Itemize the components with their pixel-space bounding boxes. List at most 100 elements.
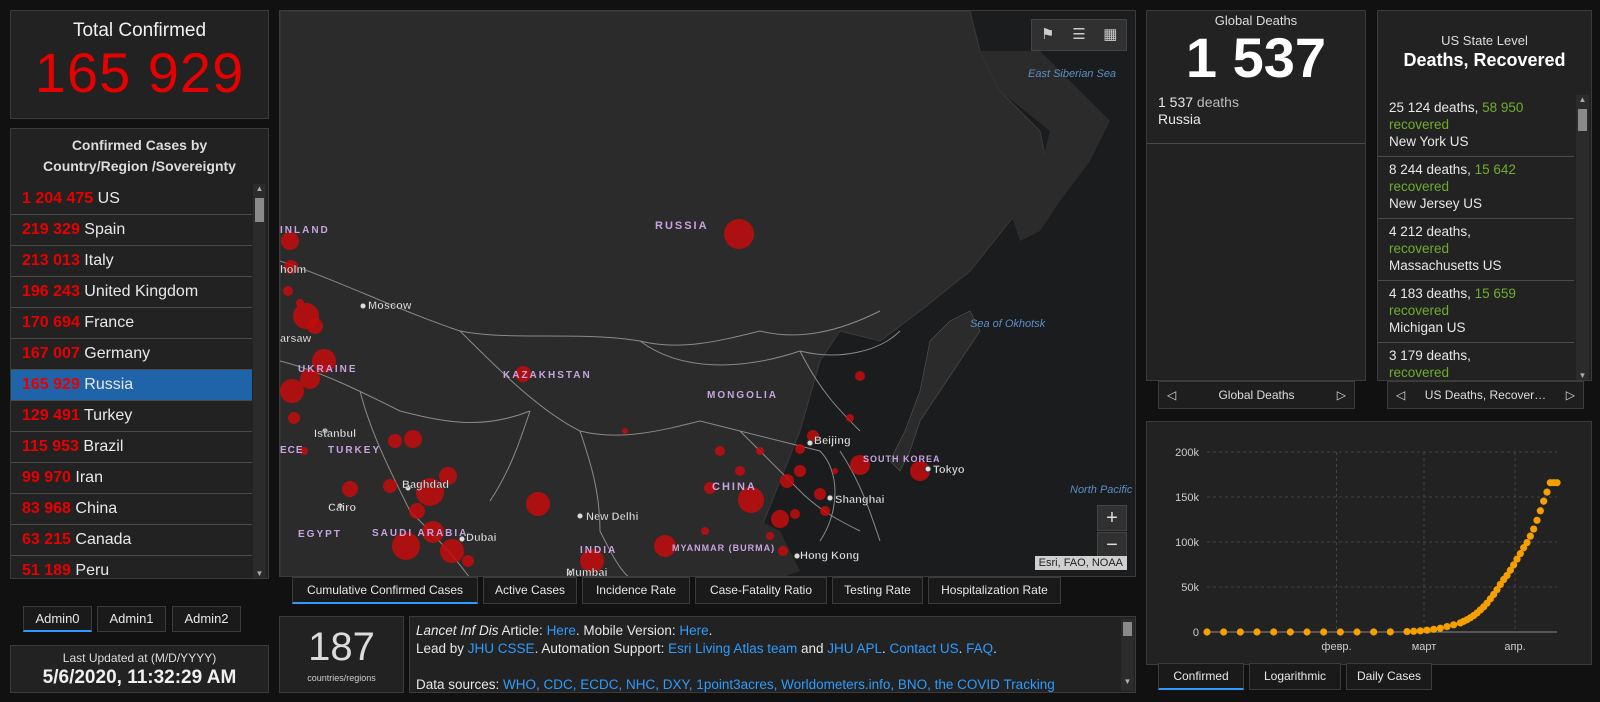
country-cases: 115 953 bbox=[22, 438, 79, 455]
tab-admin2[interactable]: Admin2 bbox=[172, 606, 241, 632]
list-item[interactable]: 3 179 deaths, recoveredPennsylvania US bbox=[1378, 343, 1574, 380]
tab-testing-rate[interactable]: Testing Rate bbox=[832, 577, 923, 604]
list-item[interactable]: 170 694 France bbox=[11, 308, 252, 339]
scroll-thumb[interactable] bbox=[1578, 109, 1587, 131]
list-item[interactable]: 51 189 Peru bbox=[11, 556, 252, 578]
jhu-csse-link[interactable]: JHU CSSE bbox=[468, 641, 535, 656]
list-item[interactable]: 196 243 United Kingdom bbox=[11, 277, 252, 308]
list-item[interactable]: 213 013 Italy bbox=[11, 246, 252, 277]
tab-hospitalization-rate[interactable]: Hospitalization Rate bbox=[928, 577, 1061, 604]
prev-page-icon[interactable]: ◁ bbox=[1167, 382, 1176, 408]
pager-label: US Deaths, Recover… bbox=[1424, 388, 1547, 402]
chart-point bbox=[1523, 538, 1531, 547]
tab-daily-cases[interactable]: Daily Cases bbox=[1346, 663, 1432, 690]
scroll-down-icon[interactable]: ▼ bbox=[1121, 673, 1134, 691]
list-item[interactable]: 115 953 Brazil bbox=[11, 432, 252, 463]
y-tick-label: 0 bbox=[1193, 627, 1199, 639]
chart-point bbox=[1443, 623, 1451, 631]
mobile-link[interactable]: Here bbox=[679, 623, 708, 638]
us-list-scrollbar[interactable]: ▲ ▼ bbox=[1576, 95, 1589, 380]
country-name: Brazil bbox=[83, 438, 124, 455]
global-deaths-value: 1 537 bbox=[1185, 26, 1327, 89]
scroll-thumb[interactable] bbox=[255, 198, 264, 222]
country-cases: 129 491 bbox=[22, 407, 80, 424]
list-item[interactable]: 1 204 475 US bbox=[11, 184, 252, 215]
prev-page-icon[interactable]: ◁ bbox=[1396, 382, 1405, 408]
global-deaths-detail[interactable]: 1 537 deaths Russia bbox=[1147, 88, 1365, 144]
tab-admin0[interactable]: Admin0 bbox=[23, 606, 92, 632]
list-item[interactable]: 83 968 China bbox=[11, 494, 252, 525]
contact-link[interactable]: Contact US bbox=[890, 641, 959, 656]
country-name: Germany bbox=[84, 345, 151, 362]
y-tick-label: 200k bbox=[1175, 447, 1199, 459]
tab-cumulative-confirmed[interactable]: Cumulative Confirmed Cases bbox=[292, 577, 478, 604]
tab-case-fatality-ratio[interactable]: Case-Fatality Ratio bbox=[695, 577, 827, 604]
scroll-thumb[interactable] bbox=[1123, 622, 1132, 636]
zoom-out-button[interactable]: − bbox=[1097, 532, 1127, 558]
map-city-hong-kong: Hong Kong bbox=[800, 550, 859, 562]
faq-link[interactable]: FAQ bbox=[966, 641, 993, 656]
list-item[interactable]: 219 329 Spain bbox=[11, 215, 252, 246]
list-item[interactable]: 165 929 Russia bbox=[11, 370, 252, 401]
x-tick-label: март bbox=[1412, 641, 1437, 653]
info-line-2: Lead by JHU CSSE. Automation Support: Es… bbox=[416, 640, 1111, 658]
basemap-grid-icon[interactable]: ▦ bbox=[1095, 20, 1126, 50]
us-deaths: 3 179 deaths, bbox=[1389, 348, 1471, 363]
next-page-icon[interactable]: ▷ bbox=[1566, 382, 1575, 408]
country-name: Spain bbox=[84, 221, 126, 238]
legend-list-icon[interactable]: ☰ bbox=[1063, 20, 1094, 50]
country-name: Canada bbox=[75, 531, 132, 548]
scroll-down-icon[interactable]: ▼ bbox=[253, 569, 266, 578]
chart-point bbox=[1410, 627, 1418, 635]
map-label-south-korea: SOUTH KOREA bbox=[863, 454, 941, 464]
list-item[interactable]: 167 007 Germany bbox=[11, 339, 252, 370]
scroll-down-icon[interactable]: ▼ bbox=[1576, 371, 1589, 380]
list-item[interactable]: 4 212 deaths, recovered Massachusetts US bbox=[1378, 219, 1574, 281]
us-state-title: US State Level bbox=[1441, 33, 1528, 48]
country-list-scrollbar[interactable]: ▲ ▼ bbox=[253, 184, 266, 578]
map-view[interactable]: RUSSIA INLAND UKRAINE KAZAKHSTAN MONGOLI… bbox=[279, 10, 1136, 577]
tab-incidence-rate[interactable]: Incidence Rate bbox=[582, 577, 690, 604]
us-state-subtitle: Deaths, Recovered bbox=[1403, 50, 1566, 70]
list-item[interactable]: 8 244 deaths, 15 642 recovered New Jersey … bbox=[1378, 157, 1574, 219]
list-item[interactable]: 129 491 Turkey bbox=[11, 401, 252, 432]
zoom-in-button[interactable]: + bbox=[1097, 505, 1127, 531]
map-canvas[interactable]: RUSSIA INLAND UKRAINE KAZAKHSTAN MONGOLI… bbox=[280, 11, 1136, 577]
countries-count-panel: 187 countries/regions bbox=[279, 616, 404, 693]
info-scrollbar[interactable]: ▼ bbox=[1121, 619, 1134, 691]
confirmed-chart-panel: 0 50k 100k 150k 200k февр. март апр. bbox=[1146, 421, 1592, 665]
jhu-apl-link[interactable]: JHU APL bbox=[827, 641, 882, 656]
next-page-icon[interactable]: ▷ bbox=[1337, 382, 1346, 408]
scroll-up-icon[interactable]: ▲ bbox=[253, 184, 266, 193]
map-toolbar: ⚑ ☰ ▦ bbox=[1031, 19, 1127, 51]
chart-point bbox=[1220, 628, 1228, 636]
esri-team-link[interactable]: Esri Living Atlas team bbox=[668, 641, 797, 656]
chart-point bbox=[1320, 628, 1328, 636]
list-item[interactable]: 63 215 Canada bbox=[11, 525, 252, 556]
global-deaths-pager: ◁ Global Deaths ▷ bbox=[1158, 381, 1355, 409]
map-city-istanbul: Istanbul bbox=[314, 428, 356, 440]
info-panel: Lancet Inf Dis Article: Here. Mobile Ver… bbox=[409, 616, 1136, 693]
tab-admin1[interactable]: Admin1 bbox=[97, 606, 166, 632]
tab-logarithmic[interactable]: Logarithmic bbox=[1249, 663, 1341, 690]
chart-point bbox=[1236, 628, 1244, 636]
article-link[interactable]: Here bbox=[547, 623, 576, 638]
us-deaths: 4 183 deaths, bbox=[1389, 286, 1471, 301]
bookmark-icon[interactable]: ⚑ bbox=[1032, 20, 1063, 50]
chart-point bbox=[1353, 628, 1361, 636]
x-tick-label: февр. bbox=[1321, 641, 1351, 653]
list-item[interactable]: 99 970 Iran bbox=[11, 463, 252, 494]
map-label-egypt: EGYPT bbox=[298, 529, 342, 540]
scroll-up-icon[interactable]: ▲ bbox=[1576, 95, 1589, 104]
chart-point bbox=[1526, 532, 1534, 540]
chart-point bbox=[1553, 479, 1561, 487]
list-item[interactable]: 25 124 deaths, 58 950 recovered New York U… bbox=[1378, 95, 1574, 157]
country-cases: 1 204 475 bbox=[22, 190, 94, 207]
sources-label: Data sources: bbox=[416, 677, 504, 692]
land-eurasia bbox=[280, 11, 1051, 576]
sources-links[interactable]: WHO, CDC, ECDC, NHC, DXY, 1point3acres, … bbox=[503, 677, 1055, 692]
list-item[interactable]: 4 183 deaths, 15 659 recovered Michigan US bbox=[1378, 281, 1574, 343]
tab-active-cases[interactable]: Active Cases bbox=[483, 577, 577, 604]
tab-confirmed[interactable]: Confirmed bbox=[1158, 663, 1244, 690]
confirmed-chart: 0 50k 100k 150k 200k февр. март апр. bbox=[1175, 447, 1561, 653]
